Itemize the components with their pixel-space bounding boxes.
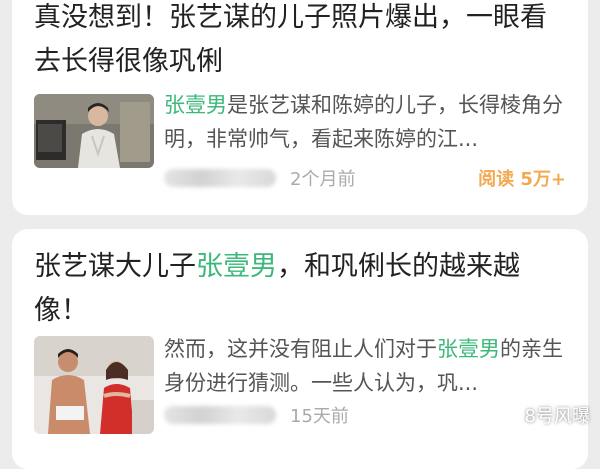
article-card-2[interactable]: 张艺谋大儿子张壹男，和巩俐长的越来越像！ 然而，这并没有阻止人们对于张壹男的亲生…	[12, 229, 588, 469]
author-name-blurred[interactable]	[164, 169, 276, 187]
article-title[interactable]: 张艺谋大儿子张壹男，和巩俐长的越来越像！	[34, 245, 568, 333]
summary-keyword[interactable]: 张壹男	[164, 93, 227, 117]
thumbnail-image	[34, 336, 154, 434]
summary-text: 然而，这并没有阻止人们对于	[164, 337, 437, 361]
article-summary: 然而，这并没有阻止人们对于张壹男的亲生身份进行猜测。一些人认为，巩...	[164, 332, 566, 400]
article-card-1[interactable]: 真没想到！张艺谋的儿子照片爆出，一眼看去长得很像巩俐 张壹男是张艺谋和陈婷的儿子…	[12, 0, 588, 215]
article-summary: 张壹男是张艺谋和陈婷的儿子，长得棱角分明，非常帅气，看起来陈婷的江...	[164, 88, 566, 156]
article-thumbnail[interactable]	[34, 336, 154, 434]
watermark-text: 8号风曝	[524, 406, 590, 427]
article-title[interactable]: 真没想到！张艺谋的儿子照片爆出，一眼看去长得很像巩俐	[34, 0, 568, 84]
article-thumbnail[interactable]	[34, 94, 154, 168]
watermark: 8号风曝	[487, 400, 590, 430]
article-meta: 2个月前 阅读 5万+	[164, 164, 566, 192]
publish-time: 15天前	[290, 406, 349, 427]
title-text: 张艺谋大儿子	[34, 251, 196, 282]
publish-time: 2个月前	[290, 169, 356, 190]
read-count: 阅读 5万+	[478, 169, 566, 190]
thumbnail-image	[34, 94, 154, 168]
title-keyword: 张壹男	[196, 251, 277, 282]
summary-keyword[interactable]: 张壹男	[437, 337, 500, 361]
wechat-channel-icon	[489, 406, 514, 426]
author-name-blurred[interactable]	[164, 406, 276, 424]
